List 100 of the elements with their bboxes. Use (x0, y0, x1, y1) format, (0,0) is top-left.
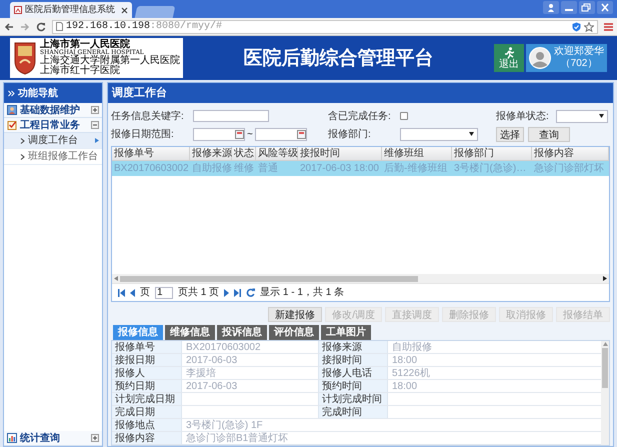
forward-icon[interactable] (20, 22, 30, 32)
left-arrow-icon (114, 276, 118, 281)
welcome-text: 欢迎郑爱华 (554, 46, 604, 58)
dropdown-arrow-icon (599, 114, 604, 118)
column-header[interactable]: 维修班组 (382, 147, 452, 161)
field-label: 完成时间 (318, 406, 388, 418)
date-field[interactable] (254, 128, 307, 140)
field-label: 报修地点 (112, 419, 182, 431)
date-field[interactable] (193, 128, 245, 140)
panel-title: 调度工作台 (108, 83, 613, 103)
pager-label: 页 (140, 286, 150, 300)
dropdown-field[interactable] (556, 110, 608, 122)
field-label: 任务信息关键字: (111, 110, 184, 124)
logout-button[interactable]: 退出 (494, 44, 524, 72)
detail-tab[interactable]: 维修信息 (165, 325, 215, 340)
table-cell-text: BX20170603002 (113, 162, 190, 176)
menu-icon[interactable] (604, 22, 613, 32)
user-code: （702） (560, 58, 598, 70)
field-label: 报修日期范围: (111, 128, 174, 142)
column-header[interactable]: 状态 (232, 147, 256, 161)
star-icon[interactable] (584, 22, 594, 32)
scrollbar-thumb[interactable] (120, 276, 418, 282)
column-header[interactable]: 报修部门 (452, 147, 532, 161)
address-field[interactable]: 192.168.10.198:8080/rmyy/# (52, 20, 598, 34)
restore-icon[interactable] (579, 1, 595, 14)
dropdown-arrow-icon (469, 132, 474, 136)
double-chevron-icon (8, 90, 15, 96)
vertical-scrollbar[interactable] (601, 341, 609, 445)
user-icon[interactable] (543, 1, 559, 14)
table-cell-text: 后勤-维修班组 (383, 162, 448, 176)
nav-item[interactable]: 调度工作台 (4, 133, 102, 149)
horizontal-scrollbar[interactable] (112, 274, 609, 283)
first-page-icon[interactable] (118, 288, 125, 296)
reload-icon[interactable] (36, 22, 46, 32)
detail-tab[interactable]: 投诉信息 (217, 325, 267, 340)
crest-icon (13, 41, 37, 75)
field-value: 李援培 (185, 367, 217, 379)
table-cell-text: 普通 (257, 162, 279, 176)
nav-group[interactable]: 工程日常业务 (4, 118, 102, 133)
calendar-icon (235, 130, 244, 138)
clipboard-check-icon (7, 120, 17, 130)
table-cell-text: 自助报修 (191, 162, 232, 176)
pager-label: 页共 1 页 (178, 286, 220, 300)
field-label: 报修单号 (112, 341, 182, 353)
browser-tab[interactable]: 医院后勤管理信息系统 (10, 2, 132, 18)
expand-icon[interactable] (91, 106, 99, 114)
table-cell-text: 2017-06-03 18:00 (299, 162, 380, 176)
checkbox[interactable] (400, 112, 408, 120)
detail-tab[interactable]: 工单图片 (321, 325, 371, 340)
avatar-icon (529, 47, 551, 69)
close-icon[interactable] (121, 6, 128, 14)
nav-group[interactable]: 基础数据维护 (4, 103, 102, 118)
chart-icon (7, 433, 17, 443)
action-button[interactable]: 新建报修 (268, 307, 322, 322)
detail-tab[interactable]: 评价信息 (269, 325, 319, 340)
field-label: 接报时间 (318, 354, 388, 366)
close-icon[interactable] (597, 1, 613, 14)
field-label: 报修部门: (328, 128, 371, 142)
field-label: 完成日期 (112, 406, 182, 418)
keyword-field[interactable] (193, 110, 269, 122)
table-cell-text: 3号楼门(急诊)… (453, 162, 528, 176)
dropdown-field[interactable] (400, 128, 478, 140)
back-icon[interactable] (4, 22, 14, 32)
minimize-icon[interactable] (561, 1, 577, 14)
chevron-icon (20, 138, 25, 144)
collapse-icon[interactable] (91, 121, 99, 129)
scrollbar-thumb[interactable] (602, 348, 608, 388)
field-value: 18:00 (391, 354, 418, 366)
page-icon (56, 22, 63, 31)
next-page-icon[interactable] (224, 288, 230, 296)
right-arrow-icon (603, 276, 607, 281)
new-tab-button[interactable] (134, 6, 176, 18)
nav-item[interactable]: 班组报修工作台 (4, 149, 102, 165)
column-header[interactable]: 报修来源 (190, 147, 232, 161)
field-value: 18:00 (391, 380, 418, 392)
last-page-icon[interactable] (234, 288, 242, 296)
range-separator: ~ (247, 128, 253, 142)
shield-icon[interactable] (572, 22, 581, 32)
query-button[interactable]: 查询 (528, 126, 570, 142)
logo-text: 上海市红十字医院 (40, 66, 121, 76)
field-value: 急诊门诊部B1普通灯坏 (185, 432, 290, 444)
expand-icon[interactable] (91, 434, 99, 442)
field-label: 报修内容 (112, 432, 182, 444)
previous-page-icon[interactable] (130, 288, 135, 296)
field-label: 报修人 (112, 367, 182, 379)
column-header[interactable]: 风险等级 (256, 147, 298, 161)
page-number-field[interactable]: 1 (155, 286, 173, 298)
field-label: 报修来源 (318, 341, 388, 353)
field-label: 含已完成任务: (328, 110, 391, 124)
refresh-icon[interactable] (246, 288, 256, 297)
column-header[interactable]: 报修内容 (532, 147, 609, 161)
logo-text: 上海交通大学附属第一人民医院 (40, 56, 180, 66)
nav-group[interactable]: 统计查询 (4, 431, 102, 446)
table-cell-text: 维修 (233, 162, 255, 176)
field-label: 接报日期 (112, 354, 182, 366)
choose-button[interactable]: 选择 (496, 126, 524, 142)
column-header[interactable]: 报修单号 (112, 147, 190, 161)
column-header[interactable]: 接报时间 (298, 147, 382, 161)
field-label: 计划完成日期 (112, 393, 182, 405)
field-label: 报修单状态: (496, 110, 549, 124)
